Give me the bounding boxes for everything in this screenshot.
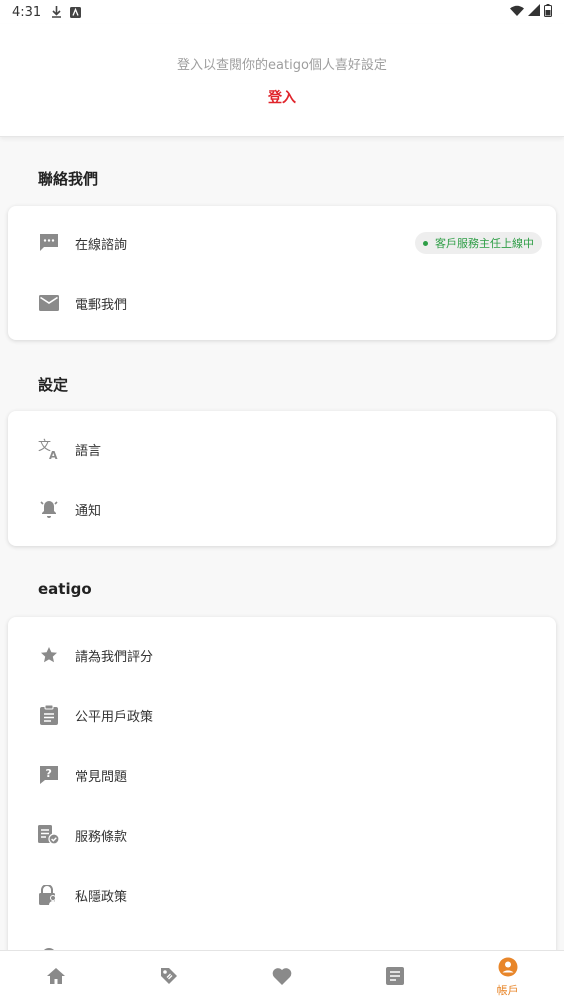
tag-icon: [159, 966, 179, 990]
bookings-icon: [385, 966, 404, 989]
help-icon: ?: [38, 764, 60, 786]
clipboard-icon: [38, 704, 60, 726]
app-notification-icon: [70, 6, 82, 18]
bottom-navigation: 帳戶: [0, 950, 564, 1004]
nav-bookings[interactable]: [338, 951, 451, 1004]
login-link[interactable]: 登入: [0, 87, 564, 107]
list-item-label: 公平用戶政策: [75, 709, 154, 725]
section-title-settings: 設定: [38, 376, 69, 394]
translate-icon: 文 A: [38, 438, 60, 460]
section-title-contact: 聯絡我們: [38, 170, 99, 188]
svg-text:?: ?: [46, 767, 52, 780]
list-item-notifications[interactable]: 通知: [8, 479, 556, 539]
nav-account[interactable]: 帳戶: [451, 951, 564, 1004]
signal-icon: [528, 4, 540, 20]
nav-home[interactable]: [0, 951, 113, 1004]
account-screen: 4:31 登入以查閱你的eatigo個人喜好設定 登入 聯絡我們 在線諮詢 客戶…: [0, 0, 564, 1004]
nav-account-label: 帳戶: [496, 984, 519, 997]
list-item-live-chat[interactable]: 在線諮詢 客戶服務主任上線中: [8, 213, 556, 273]
list-item-language[interactable]: 文 A 語言: [8, 419, 556, 479]
settings-card: 文 A 語言 通知: [8, 411, 556, 546]
login-prompt: 登入以查閱你的eatigo個人喜好設定: [177, 58, 387, 73]
account-icon: [498, 957, 518, 981]
list-item-label: 私隱政策: [75, 889, 128, 905]
star-icon: [38, 644, 60, 666]
list-item-label: 常見問題: [75, 769, 128, 785]
list-item-label: 在線諮詢: [75, 237, 128, 253]
nav-favourites[interactable]: [226, 951, 339, 1004]
online-dot-icon: [423, 240, 428, 246]
eatigo-card: 請為我們評分 公平用戶政策 ? 常見問題 服務條款 私隱政策: [8, 617, 556, 997]
battery-icon: [544, 3, 552, 21]
contact-card: 在線諮詢 客戶服務主任上線中 電郵我們: [8, 206, 556, 340]
list-item-privacy-policy[interactable]: 私隱政策: [8, 865, 556, 925]
list-item-label: 通知: [75, 503, 102, 519]
list-item-label: 服務條款: [75, 829, 128, 845]
section-title-eatigo: eatigo: [38, 580, 92, 598]
list-item-label: 電郵我們: [75, 297, 128, 313]
home-icon: [46, 966, 66, 990]
list-item-rate-us[interactable]: 請為我們評分: [8, 625, 556, 685]
terms-icon: [38, 824, 60, 846]
heart-icon: [272, 967, 292, 989]
svg-text:A: A: [49, 449, 58, 460]
list-item-fair-use-policy[interactable]: 公平用戶政策: [8, 685, 556, 745]
login-header: 登入以查閱你的eatigo個人喜好設定 登入: [0, 24, 564, 137]
privacy-icon: [38, 884, 60, 906]
online-status-badge: 客戶服務主任上線中: [415, 232, 542, 254]
list-item-label: 請為我們評分: [75, 649, 154, 665]
list-item-faq[interactable]: ? 常見問題: [8, 745, 556, 805]
bell-icon: [38, 498, 60, 520]
list-item-terms[interactable]: 服務條款: [8, 805, 556, 865]
status-bar: 4:31: [0, 0, 564, 24]
download-icon: [51, 6, 62, 18]
chat-icon: [38, 232, 60, 254]
status-time: 4:31: [12, 4, 42, 20]
online-status-text: 客戶服務主任上線中: [435, 237, 534, 250]
wifi-icon: [510, 5, 524, 20]
mail-icon: [38, 292, 60, 314]
nav-deals[interactable]: [113, 951, 226, 1004]
list-item-label: 語言: [75, 443, 102, 459]
list-item-email-us[interactable]: 電郵我們: [8, 273, 556, 333]
